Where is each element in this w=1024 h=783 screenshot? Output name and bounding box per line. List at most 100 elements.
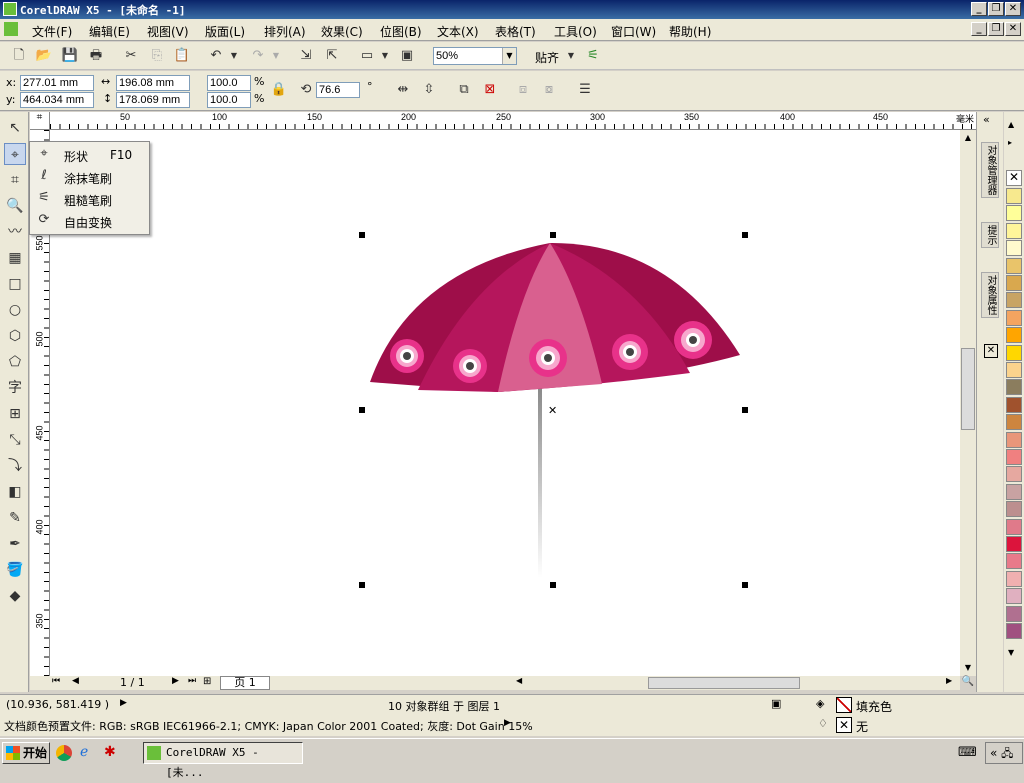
menu-tools[interactable]: 工具(O) bbox=[554, 23, 597, 40]
eyedropper-tool-icon[interactable]: ✎ bbox=[4, 507, 26, 529]
open-icon[interactable]: 📂 bbox=[35, 47, 53, 65]
color-swatch[interactable] bbox=[1006, 275, 1022, 291]
snap-dropdown-icon[interactable]: ▼ bbox=[566, 47, 576, 65]
status-expand-icon[interactable]: ▶ bbox=[120, 698, 127, 708]
color-swatch[interactable] bbox=[1006, 205, 1022, 222]
new-icon[interactable]: 🗋 bbox=[10, 47, 28, 65]
color-swatch[interactable] bbox=[1006, 588, 1022, 605]
smart-fill-tool-icon[interactable]: ▦ bbox=[4, 247, 26, 269]
menu-arrange[interactable]: 排列(A) bbox=[264, 23, 306, 40]
color-swatch[interactable] bbox=[1006, 309, 1022, 326]
last-page-icon[interactable]: ⏭ bbox=[188, 676, 196, 686]
color-swatch[interactable] bbox=[1006, 431, 1022, 448]
color-swatch[interactable] bbox=[1006, 344, 1022, 361]
selection-handle-ml[interactable] bbox=[359, 407, 365, 413]
color-swatch[interactable] bbox=[1006, 501, 1022, 518]
menu-edit[interactable]: 编辑(E) bbox=[89, 23, 130, 40]
hscroll-thumb[interactable] bbox=[648, 677, 800, 689]
zoom-corner-icon[interactable]: 🔍 bbox=[960, 676, 976, 690]
selection-handle-mr[interactable] bbox=[742, 407, 748, 413]
height-input[interactable]: 178.069 mm bbox=[116, 92, 190, 108]
tray-expand-icon[interactable]: « 🖧 bbox=[985, 742, 1023, 764]
flyout-item-roughen[interactable]: 粗糙笔刷 bbox=[64, 192, 112, 209]
menu-window[interactable]: 窗口(W) bbox=[611, 23, 656, 40]
combine-icon[interactable]: ⧈ bbox=[514, 81, 532, 99]
menu-layout[interactable]: 版面(L) bbox=[205, 23, 245, 40]
color-swatch[interactable] bbox=[1006, 396, 1022, 413]
color-swatch[interactable] bbox=[1006, 553, 1022, 570]
ruler-origin[interactable]: ⌗ bbox=[30, 112, 50, 130]
keyboard-icon[interactable]: ⌨ bbox=[958, 745, 977, 760]
color-swatch[interactable] bbox=[1006, 379, 1022, 396]
break-apart-icon[interactable]: ⧇ bbox=[540, 81, 558, 99]
page-tab[interactable]: 页 1 bbox=[220, 676, 270, 690]
menu-help[interactable]: 帮助(H) bbox=[669, 23, 711, 40]
quicklaunch-icon[interactable]: ✱ bbox=[104, 744, 116, 760]
docker-tab-hints[interactable]: 提示 bbox=[981, 222, 999, 248]
scroll-right-icon[interactable]: ▶ bbox=[946, 676, 952, 685]
color-swatch[interactable] bbox=[1006, 414, 1022, 431]
color-swatch[interactable] bbox=[1006, 240, 1022, 257]
redo-dropdown-icon[interactable]: ▼ bbox=[271, 47, 281, 65]
paste-icon[interactable]: 📋 bbox=[173, 47, 191, 65]
color-swatch[interactable] bbox=[1006, 327, 1022, 344]
docker-tab-object-manager[interactable]: 对象管理器 bbox=[981, 142, 999, 198]
selection-handle-bl[interactable] bbox=[359, 582, 365, 588]
menu-file[interactable]: 文件(F) bbox=[32, 23, 72, 40]
scroll-thumb[interactable] bbox=[961, 348, 975, 430]
doc-restore-button[interactable]: ❐ bbox=[988, 22, 1004, 36]
dimension-tool-icon[interactable]: ⤡ bbox=[4, 429, 26, 451]
color-swatch[interactable] bbox=[1006, 449, 1022, 465]
color-swatch[interactable] bbox=[1006, 605, 1022, 622]
color-swatch[interactable] bbox=[1006, 466, 1022, 483]
basic-shapes-tool-icon[interactable]: ⬠ bbox=[4, 351, 26, 373]
selection-handle-bc[interactable] bbox=[550, 582, 556, 588]
y-position-input[interactable]: 464.034 mm bbox=[20, 92, 94, 108]
blend-tool-icon[interactable]: ◧ bbox=[4, 481, 26, 503]
x-position-input[interactable]: 277.01 mm bbox=[20, 75, 94, 91]
crop-tool-icon[interactable]: ⌗ bbox=[4, 169, 26, 191]
color-swatch[interactable] bbox=[1006, 222, 1022, 239]
scroll-down-icon[interactable]: ▼ bbox=[960, 660, 976, 676]
umbrella-pole[interactable] bbox=[538, 388, 542, 578]
print-icon[interactable]: 🖶 bbox=[87, 47, 105, 65]
doc-minimize-button[interactable]: _ bbox=[971, 22, 987, 36]
selection-handle-tr[interactable] bbox=[742, 232, 748, 238]
menu-view[interactable]: 视图(V) bbox=[147, 23, 189, 40]
next-page-icon[interactable]: ▶ bbox=[172, 676, 179, 686]
menu-effects[interactable]: 效果(C) bbox=[321, 23, 363, 40]
ellipse-tool-icon[interactable]: ○ bbox=[4, 299, 26, 321]
docker-tab-object-properties[interactable]: 对象属性 bbox=[981, 272, 999, 318]
flyout-item-transform[interactable]: 自由变换 bbox=[64, 214, 112, 231]
scroll-up-icon[interactable]: ▲ bbox=[960, 130, 976, 146]
text-tool-icon[interactable]: 字 bbox=[4, 377, 26, 399]
connector-tool-icon[interactable]: ⤵ bbox=[4, 455, 26, 477]
rotation-input[interactable]: 76.6 bbox=[316, 82, 360, 98]
interactive-fill-tool-icon[interactable]: ◆ bbox=[4, 585, 26, 607]
align-distribute-icon[interactable]: ☰ bbox=[576, 81, 594, 99]
copy-icon[interactable]: ⎘ bbox=[148, 47, 166, 65]
welcome-screen-icon[interactable]: ▣ bbox=[398, 47, 416, 65]
snap-to-label[interactable]: 贴齐 bbox=[535, 49, 559, 66]
umbrella-drawing[interactable] bbox=[50, 130, 960, 676]
docker-collapse-icon[interactable]: « bbox=[983, 113, 990, 126]
shape-tool-icon[interactable]: ⌖ bbox=[4, 143, 26, 165]
width-input[interactable]: 196.08 mm bbox=[116, 75, 190, 91]
redo-icon[interactable]: ↷ bbox=[249, 47, 267, 65]
menu-table[interactable]: 表格(T) bbox=[495, 23, 536, 40]
close-button[interactable]: ✕ bbox=[1005, 2, 1021, 16]
rectangle-tool-icon[interactable]: □ bbox=[4, 273, 26, 295]
docker-close-icon[interactable]: ✕ bbox=[984, 344, 998, 358]
prev-page-icon[interactable]: ◀ bbox=[72, 676, 79, 686]
ie-icon[interactable]: ℯ bbox=[80, 744, 88, 760]
scale-y-input[interactable]: 100.0 bbox=[207, 92, 251, 108]
save-icon[interactable]: 💾 bbox=[61, 47, 79, 65]
color-proof-icon[interactable]: ▣ bbox=[771, 697, 781, 710]
pick-tool-icon[interactable]: ↖ bbox=[4, 117, 26, 139]
table-tool-icon[interactable]: ⊞ bbox=[4, 403, 26, 425]
color-swatch[interactable] bbox=[1006, 623, 1022, 639]
palette-scroll-up-icon[interactable]: ▲ bbox=[1008, 120, 1014, 129]
selection-handle-tl[interactable] bbox=[359, 232, 365, 238]
drawing-canvas[interactable]: ✕ bbox=[50, 130, 960, 676]
profile-expand-icon[interactable]: ▶ bbox=[504, 718, 511, 728]
